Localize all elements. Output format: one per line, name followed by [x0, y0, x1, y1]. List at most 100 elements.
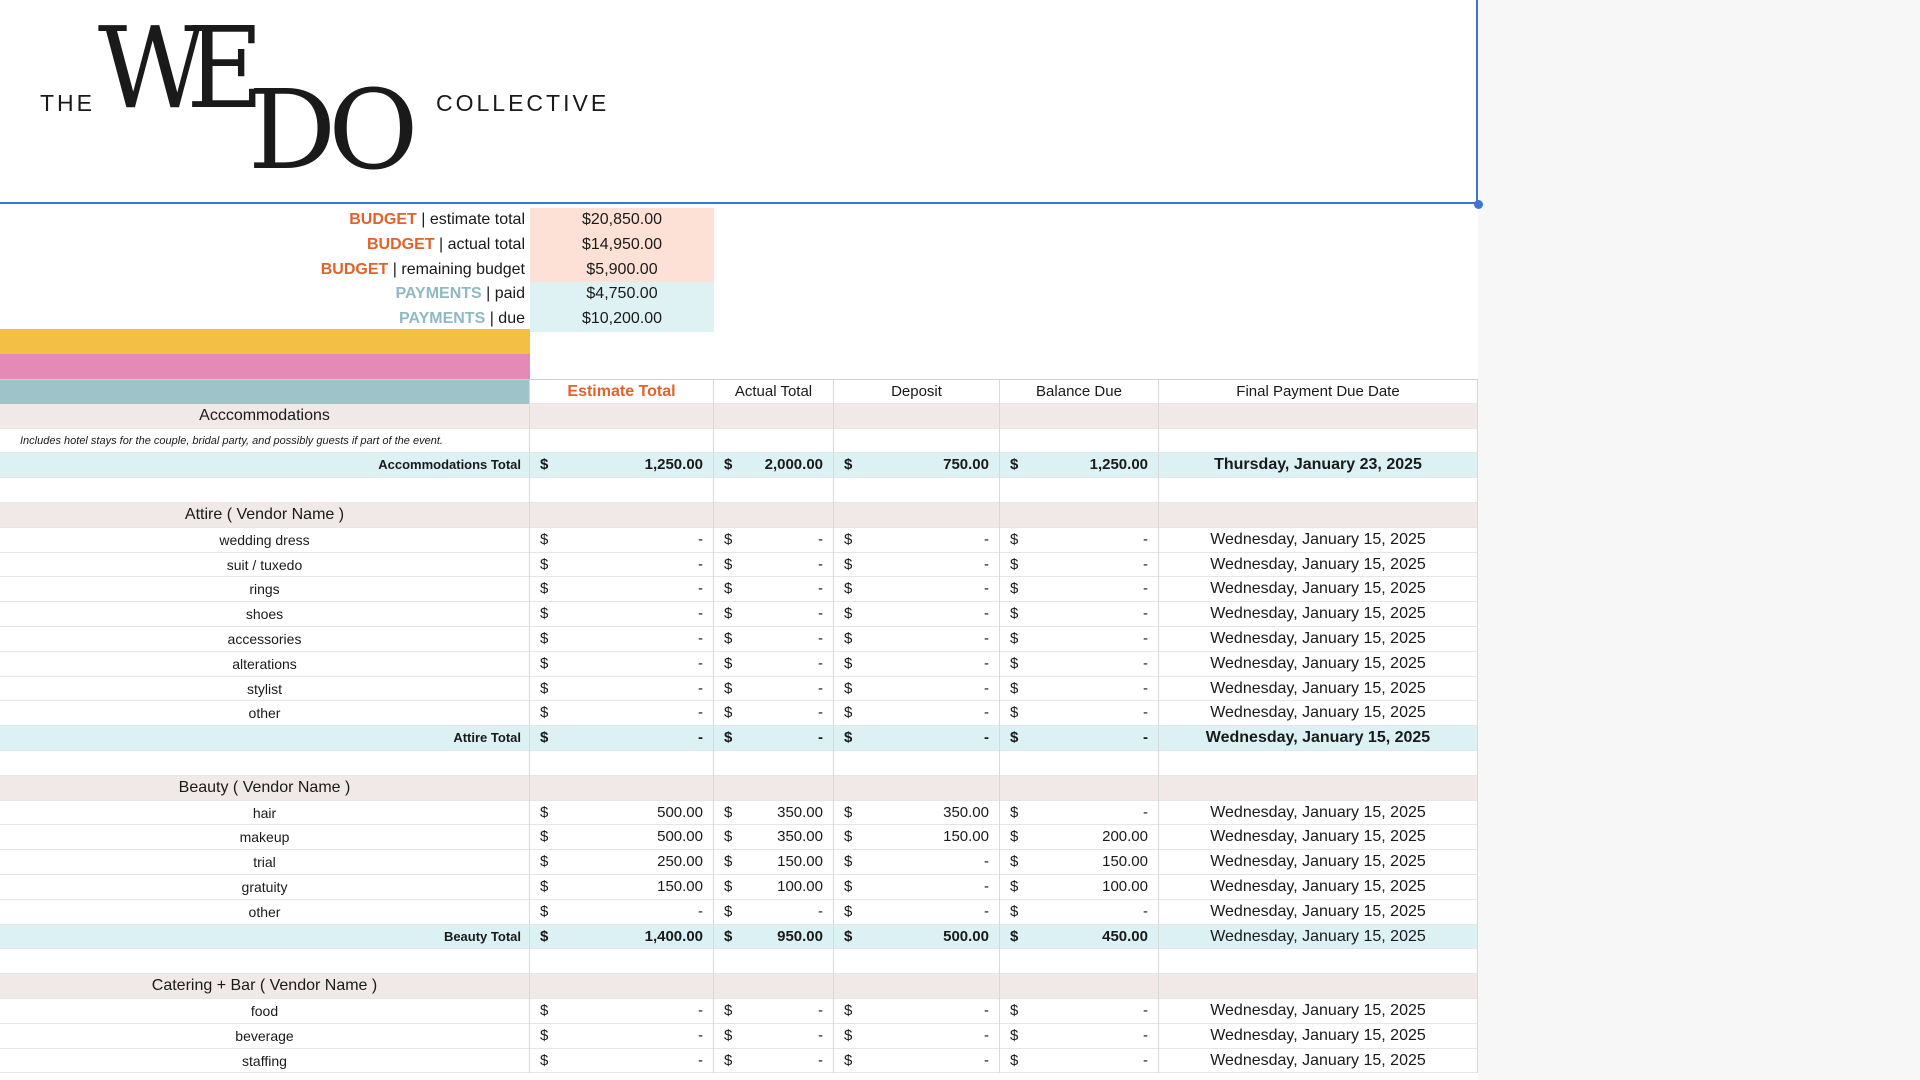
- row-label[interactable]: [0, 949, 530, 975]
- estimate-cell[interactable]: $ -: [530, 676, 714, 702]
- balance-cell[interactable]: $ -: [1000, 527, 1159, 553]
- row-label[interactable]: alterations: [0, 651, 530, 677]
- due-date-cell[interactable]: Wednesday, January 15, 2025: [1159, 899, 1478, 925]
- deposit-cell[interactable]: [834, 974, 1000, 999]
- due-date-cell[interactable]: [1159, 949, 1478, 975]
- due-date-cell[interactable]: Wednesday, January 15, 2025: [1159, 552, 1478, 578]
- due-date-cell[interactable]: Wednesday, January 15, 2025: [1159, 651, 1478, 677]
- actual-cell[interactable]: $ -: [714, 602, 834, 627]
- estimate-cell[interactable]: $500.00: [530, 800, 714, 826]
- due-date-cell[interactable]: Wednesday, January 15, 2025: [1159, 676, 1478, 702]
- estimate-cell[interactable]: $ -: [530, 1023, 714, 1049]
- header-date[interactable]: Final Payment Due Date: [1159, 379, 1478, 404]
- estimate-cell[interactable]: $ -: [530, 651, 714, 677]
- row-label[interactable]: [0, 478, 530, 503]
- actual-cell[interactable]: [714, 403, 834, 429]
- estimate-cell[interactable]: $ -: [530, 701, 714, 727]
- estimate-cell[interactable]: [530, 403, 714, 429]
- row-label[interactable]: Attire ( Vendor Name ): [0, 503, 530, 528]
- row-label[interactable]: stylist: [0, 676, 530, 702]
- summary-value[interactable]: $20,850.00: [530, 208, 714, 233]
- due-date-cell[interactable]: [1159, 478, 1478, 503]
- actual-cell[interactable]: $ -: [714, 1023, 834, 1049]
- deposit-cell[interactable]: $ -: [834, 850, 1000, 875]
- balance-cell[interactable]: [1000, 478, 1159, 503]
- row-label[interactable]: makeup: [0, 825, 530, 851]
- actual-cell[interactable]: [714, 503, 834, 528]
- row-label[interactable]: beverage: [0, 1023, 530, 1049]
- row-label[interactable]: rings: [0, 577, 530, 603]
- deposit-cell[interactable]: $ -: [834, 875, 1000, 900]
- row-label[interactable]: [0, 751, 530, 776]
- balance-cell[interactable]: [1000, 503, 1159, 528]
- deposit-cell[interactable]: [834, 478, 1000, 503]
- balance-cell[interactable]: $ -: [1000, 726, 1159, 751]
- actual-cell[interactable]: $ -: [714, 577, 834, 603]
- actual-cell[interactable]: $ -: [714, 726, 834, 751]
- actual-cell[interactable]: $ -: [714, 627, 834, 652]
- due-date-cell[interactable]: Wednesday, January 15, 2025: [1159, 850, 1478, 875]
- balance-cell[interactable]: $ -: [1000, 577, 1159, 603]
- summary-value[interactable]: $14,950.00: [530, 232, 714, 258]
- deposit-cell[interactable]: [834, 403, 1000, 429]
- estimate-cell[interactable]: $ -: [530, 999, 714, 1024]
- balance-cell[interactable]: $ -: [1000, 999, 1159, 1024]
- balance-cell[interactable]: $100.00: [1000, 875, 1159, 900]
- summary-value[interactable]: $10,200.00: [530, 307, 714, 332]
- deposit-cell[interactable]: $ -: [834, 899, 1000, 925]
- due-date-cell[interactable]: [1159, 428, 1478, 454]
- estimate-cell[interactable]: $1,250.00: [530, 453, 714, 479]
- actual-cell[interactable]: $350.00: [714, 800, 834, 826]
- row-label[interactable]: Catering + Bar ( Vendor Name ): [0, 974, 530, 999]
- row-label[interactable]: trial: [0, 850, 530, 875]
- due-date-cell[interactable]: Wednesday, January 15, 2025: [1159, 627, 1478, 652]
- due-date-cell[interactable]: [1159, 974, 1478, 999]
- deposit-cell[interactable]: $ -: [834, 726, 1000, 751]
- due-date-cell[interactable]: Wednesday, January 15, 2025: [1159, 726, 1478, 751]
- estimate-cell[interactable]: $ -: [530, 627, 714, 652]
- summary-value[interactable]: $4,750.00: [530, 282, 714, 308]
- balance-cell[interactable]: [1000, 428, 1159, 454]
- deposit-cell[interactable]: [834, 503, 1000, 528]
- row-label[interactable]: gratuity: [0, 875, 530, 900]
- balance-cell[interactable]: $ -: [1000, 651, 1159, 677]
- deposit-cell[interactable]: $ -: [834, 1023, 1000, 1049]
- estimate-cell[interactable]: $ -: [530, 602, 714, 627]
- row-label[interactable]: suit / tuxedo: [0, 552, 530, 578]
- header-balance[interactable]: Balance Due: [1000, 379, 1159, 404]
- balance-cell[interactable]: $450.00: [1000, 924, 1159, 950]
- actual-cell[interactable]: $ -: [714, 999, 834, 1024]
- estimate-cell[interactable]: $ -: [530, 577, 714, 603]
- balance-cell[interactable]: $ -: [1000, 800, 1159, 826]
- deposit-cell[interactable]: [834, 751, 1000, 776]
- due-date-cell[interactable]: Wednesday, January 15, 2025: [1159, 875, 1478, 900]
- balance-cell[interactable]: [1000, 974, 1159, 999]
- summary-value[interactable]: $5,900.00: [530, 257, 714, 283]
- due-date-cell[interactable]: Wednesday, January 15, 2025: [1159, 999, 1478, 1024]
- balance-cell[interactable]: $150.00: [1000, 850, 1159, 875]
- due-date-cell[interactable]: Wednesday, January 15, 2025: [1159, 577, 1478, 603]
- deposit-cell[interactable]: [834, 949, 1000, 975]
- due-date-cell[interactable]: [1159, 775, 1478, 801]
- actual-cell[interactable]: $ -: [714, 899, 834, 925]
- due-date-cell[interactable]: [1159, 403, 1478, 429]
- spreadsheet[interactable]: THE WE DO COLLECTIVE BUDGET | estimate t…: [0, 0, 1483, 1080]
- estimate-cell[interactable]: [530, 775, 714, 801]
- row-label[interactable]: Beauty ( Vendor Name ): [0, 775, 530, 801]
- balance-cell[interactable]: $1,250.00: [1000, 453, 1159, 479]
- estimate-cell[interactable]: [530, 503, 714, 528]
- balance-cell[interactable]: [1000, 775, 1159, 801]
- header-deposit[interactable]: Deposit: [834, 379, 1000, 404]
- actual-cell[interactable]: $ -: [714, 1048, 834, 1074]
- balance-cell[interactable]: $ -: [1000, 899, 1159, 925]
- estimate-cell[interactable]: $ -: [530, 527, 714, 553]
- balance-cell[interactable]: [1000, 751, 1159, 776]
- header-label-cell[interactable]: [0, 379, 530, 404]
- actual-cell[interactable]: $ -: [714, 527, 834, 553]
- estimate-cell[interactable]: $1,400.00: [530, 924, 714, 950]
- deposit-cell[interactable]: [834, 428, 1000, 454]
- row-label[interactable]: Accommodations Total: [0, 453, 530, 479]
- actual-cell[interactable]: [714, 751, 834, 776]
- deposit-cell[interactable]: $ -: [834, 602, 1000, 627]
- balance-cell[interactable]: [1000, 949, 1159, 975]
